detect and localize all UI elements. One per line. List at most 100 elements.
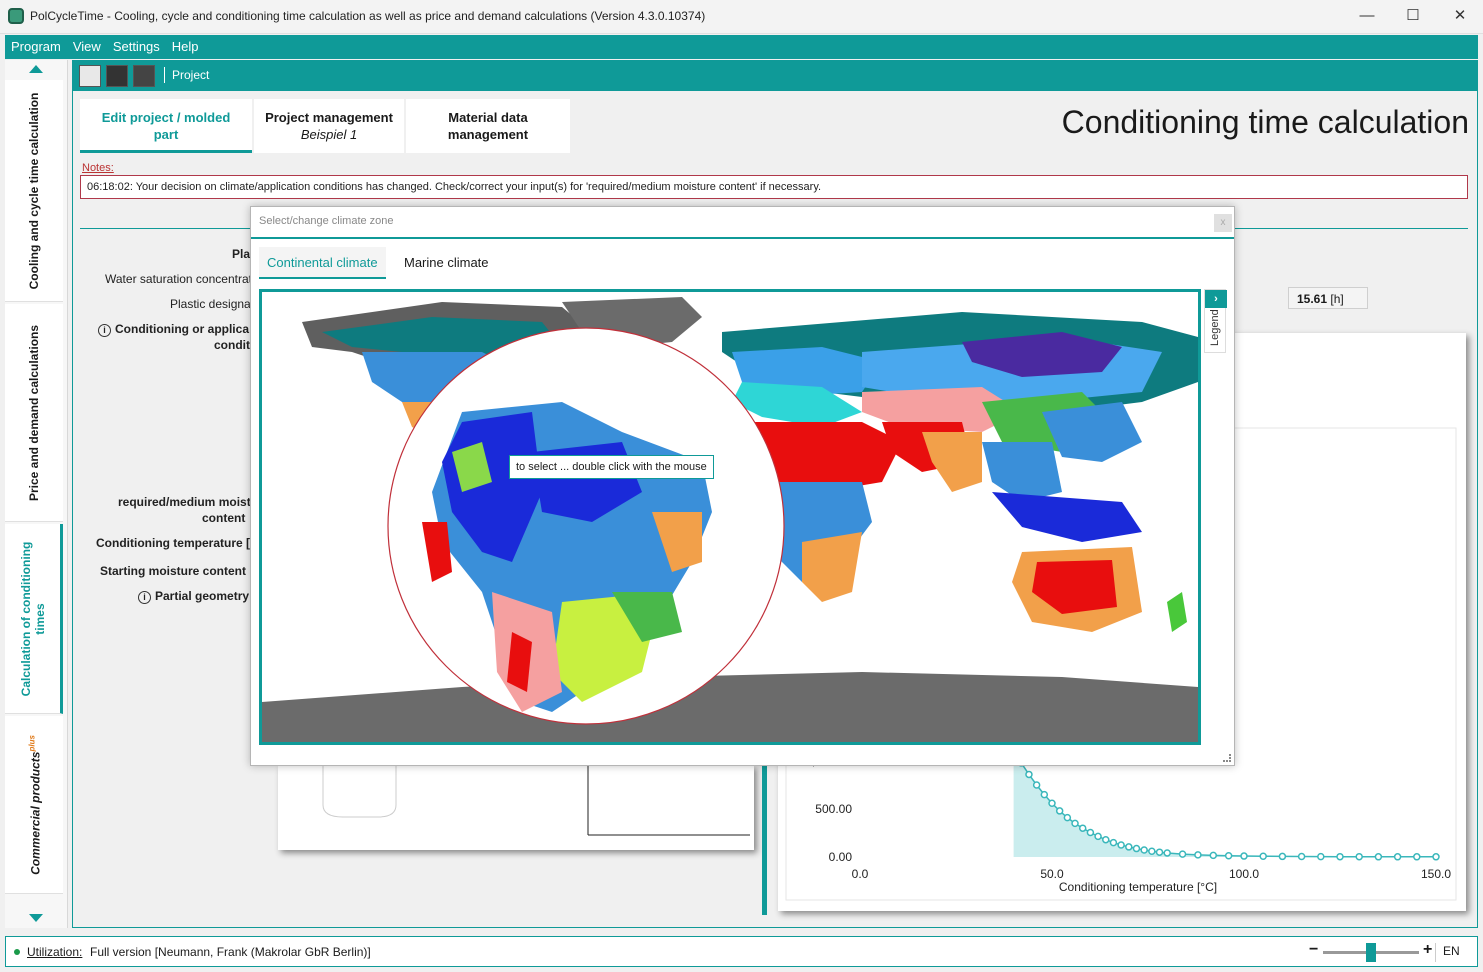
menu-settings[interactable]: Settings: [107, 35, 166, 54]
x-tick-label: 50.0: [1040, 867, 1064, 881]
pla-label: Pla: [232, 247, 251, 261]
tab-material-data[interactable]: Material data management: [406, 99, 570, 153]
nav-tab-conditioning-times[interactable]: Calculation of conditioning times: [5, 524, 63, 714]
tab-label: Edit project / molded part: [101, 110, 231, 142]
resize-grip-icon[interactable]: [1223, 754, 1231, 762]
status-separator: [1435, 943, 1436, 962]
geometry-preview-svg: [322, 765, 750, 836]
chart-point: [1355, 852, 1363, 861]
tab-edit-project[interactable]: Edit project / molded part: [80, 99, 252, 153]
chart-point: [1240, 852, 1248, 860]
chart-point: [1063, 813, 1072, 822]
x-tick-label: 150.0: [1421, 867, 1451, 881]
chart-point: [1178, 850, 1187, 858]
save-icon[interactable]: [133, 65, 155, 87]
chart-point: [1278, 852, 1287, 861]
geometry-preview-panel: [278, 765, 754, 850]
tab-marine-climate[interactable]: Marine climate: [396, 247, 497, 279]
zoom-control[interactable]: − + EN: [1309, 941, 1460, 962]
x-tick-label: 100.0: [1229, 867, 1259, 881]
required-moisture-label: required/medium moist: [118, 495, 251, 509]
zoom-out-button[interactable]: −: [1309, 941, 1318, 959]
result-unit: [h]: [1330, 292, 1344, 306]
scroll-up-icon[interactable]: [29, 65, 43, 73]
tab-label: Project management: [265, 110, 393, 125]
app-icon: [8, 8, 24, 24]
new-file-icon[interactable]: [79, 65, 101, 87]
panel-separator: [762, 765, 767, 915]
commercial-products-label: Commercial products: [28, 751, 43, 875]
title-bar: PolCycleTime - Cooling, cycle and condit…: [0, 0, 1483, 34]
climate-map[interactable]: [259, 289, 1201, 745]
water-saturation-label: Water saturation concentrat: [105, 272, 252, 286]
world-map-svg[interactable]: [262, 292, 1198, 742]
x-tick-label: 0.0: [852, 867, 869, 881]
chart-point: [1259, 852, 1267, 860]
chart-point: [1125, 843, 1133, 851]
open-folder-icon[interactable]: [106, 65, 128, 87]
tab-sublabel: Beispiel 1: [300, 127, 358, 142]
nav-tab-label: Calculation of conditioning times: [18, 541, 47, 696]
dialog-title-divider: [251, 237, 1234, 239]
conditioning-application-text: Conditioning or applica: [115, 322, 249, 336]
dialog-close-button[interactable]: x: [1214, 214, 1232, 232]
plastic-designation-label: Plastic designat: [170, 297, 255, 311]
close-button[interactable]: ✕: [1440, 4, 1480, 28]
tab-continental-climate[interactable]: Continental climate: [259, 247, 386, 279]
scroll-down-icon[interactable]: [29, 914, 43, 922]
chart-point: [1117, 841, 1125, 849]
y-tick-label: 0.00: [829, 850, 853, 864]
x-axis-label: Conditioning temperature [°C]: [1059, 880, 1217, 894]
climate-zone-dialog: Select/change climate zone x Continental…: [250, 206, 1235, 766]
zoom-in-button[interactable]: +: [1423, 941, 1432, 959]
chart-point: [1078, 824, 1087, 832]
chart-point: [1393, 853, 1402, 861]
nav-tab-price-demand[interactable]: Price and demand calculations: [5, 304, 63, 522]
chart-point: [1040, 790, 1049, 799]
chart-point: [1374, 853, 1383, 861]
language-button[interactable]: EN: [1443, 944, 1460, 958]
page-title: Conditioning time calculation: [1061, 104, 1469, 140]
chart-point: [1055, 807, 1064, 815]
conditioning-application-label: i Conditioning or applica: [98, 322, 249, 337]
toolbar: [72, 61, 1478, 91]
project-label[interactable]: Project: [172, 68, 209, 82]
tab-project-management[interactable]: Project management Beispiel 1: [254, 99, 404, 153]
menu-bar: Program View Settings Help: [5, 35, 1478, 59]
required-moisture-label-2: content: [202, 511, 246, 525]
minimize-button[interactable]: —: [1347, 4, 1387, 28]
toolbar-separator: [164, 67, 165, 83]
utilization-link[interactable]: Utilization:: [27, 945, 82, 959]
chart-point: [1140, 846, 1148, 854]
partial-geometry-label: i Partial geometry: [138, 589, 249, 604]
menu-program[interactable]: Program: [5, 35, 67, 54]
starting-moisture-label: Starting moisture content: [100, 564, 247, 578]
status-indicator-icon: [14, 949, 20, 955]
dialog-title: Select/change climate zone: [259, 215, 394, 227]
legend-expand-icon[interactable]: ›: [1205, 290, 1227, 308]
conditioning-application-label-2: condit: [214, 338, 250, 352]
legend-tab[interactable]: › Legend: [1204, 289, 1227, 353]
maximize-button[interactable]: ☐: [1393, 4, 1433, 28]
y-tick-label: 500.00: [815, 802, 852, 816]
nav-tab-cooling-cycle[interactable]: Cooling and cycle time calculation: [5, 80, 63, 302]
partial-geometry-text: Partial geometry: [155, 589, 250, 603]
chart-point: [1224, 852, 1233, 860]
chart-point: [1048, 799, 1056, 807]
conditioning-temperature-label: Conditioning temperature [: [96, 536, 250, 550]
legend-label: Legend: [1209, 309, 1221, 346]
menu-help[interactable]: Help: [166, 35, 205, 54]
info-icon[interactable]: i: [138, 591, 151, 604]
zoom-thumb[interactable]: [1366, 943, 1376, 962]
nav-tab-commercial-products[interactable]: Commercial productsplus: [5, 716, 63, 894]
info-icon[interactable]: i: [98, 324, 111, 337]
tab-label: Material data management: [447, 110, 529, 142]
chart-point: [1148, 847, 1156, 855]
chart-point: [1432, 853, 1440, 861]
result-value: 15.61: [1297, 292, 1328, 306]
chart-point: [1336, 852, 1344, 861]
menu-view[interactable]: View: [67, 35, 107, 54]
status-bar: Utilization: Full version [Neumann, Fran…: [5, 936, 1478, 967]
result-value-box: 15.61 [h]: [1288, 287, 1368, 309]
chart-point: [1094, 832, 1102, 841]
